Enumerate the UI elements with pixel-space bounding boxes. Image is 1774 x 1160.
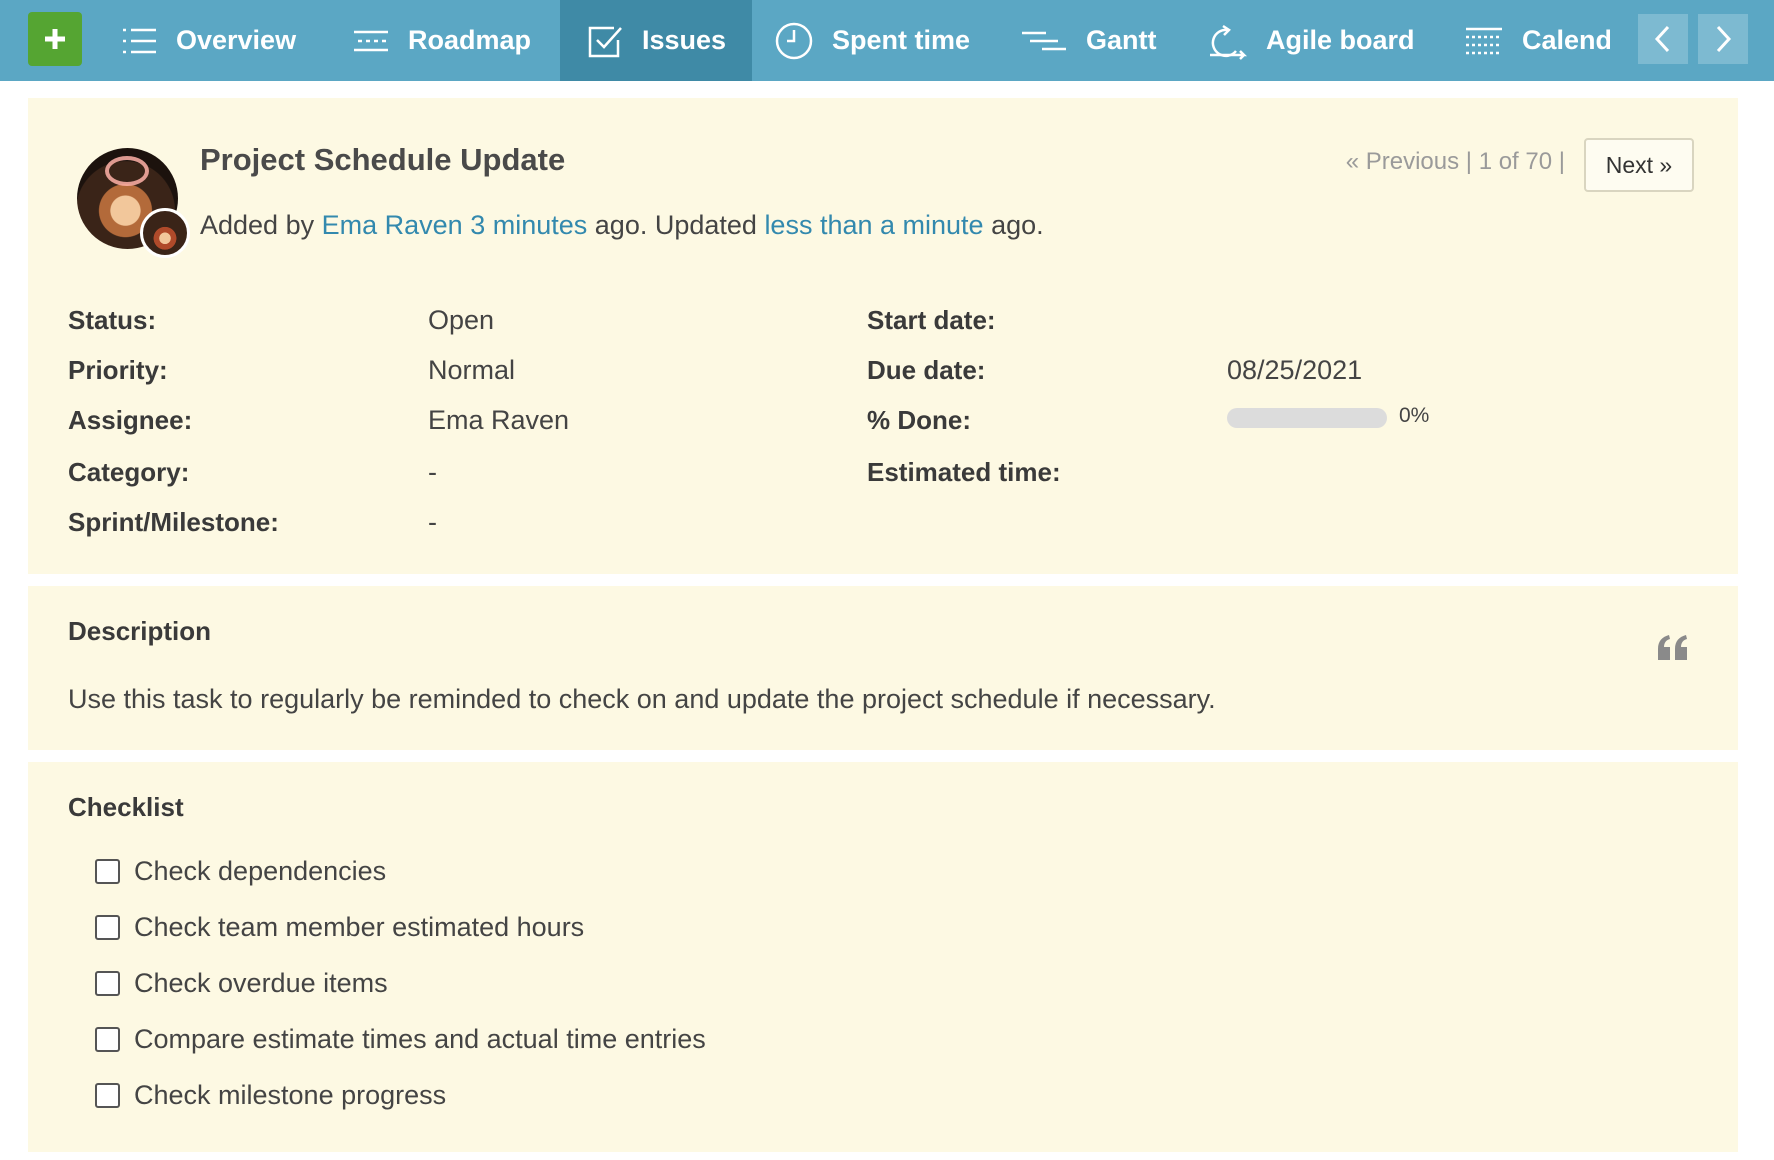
status-label: Status: [68, 305, 157, 335]
tab-spent-time-label: Spent time [832, 25, 971, 55]
gantt-icon [1022, 31, 1066, 50]
tab-gantt-label: Gantt [1086, 25, 1157, 55]
tab-overview[interactable]: Overview [120, 0, 296, 81]
checkbox-icon [588, 26, 622, 57]
due-date-label: Due date: [867, 355, 986, 385]
tab-issues-label: Issues [642, 25, 727, 55]
agile-icon [1210, 24, 1248, 60]
checklist-title: Checklist [68, 792, 184, 822]
tab-calendar[interactable]: Calend [1464, 0, 1610, 81]
calendar-icon [1466, 27, 1502, 54]
percent-done-value: 0% [1399, 404, 1430, 427]
added-by-text: Added by [200, 210, 315, 240]
checklist-checkbox[interactable] [95, 915, 120, 940]
tab-roadmap-label: Roadmap [408, 25, 532, 55]
status-value: Open [428, 305, 495, 335]
pager-position: 1 of 70 [1478, 148, 1553, 175]
roadmap-icon [354, 30, 388, 51]
quote-button[interactable] [1656, 634, 1690, 667]
tab-roadmap[interactable]: Roadmap [352, 0, 531, 81]
tab-spent-time[interactable]: Spent time [774, 0, 970, 81]
clock-icon [775, 22, 813, 59]
author-link[interactable]: Ema Raven [322, 210, 463, 240]
start-date-label: Start date: [867, 305, 996, 335]
description-title: Description [68, 616, 212, 646]
ago-text: ago. [991, 210, 1044, 240]
checklist-item: Check team member estimated hours [95, 912, 584, 943]
checklist-item: Check milestone progress [95, 1080, 446, 1111]
estimated-time-label: Estimated time: [867, 457, 1061, 487]
issue-details-panel: Project Schedule Update Added by Ema Rav… [28, 98, 1738, 574]
tab-calendar-label: Calend [1522, 25, 1610, 55]
issue-pager: « Previous | 1 of 70 | [1346, 148, 1565, 176]
chevron-right-icon [1716, 25, 1732, 53]
issue-title: Project Schedule Update [200, 142, 566, 177]
checklist-checkbox[interactable] [95, 1083, 120, 1108]
avatar-halo [105, 156, 149, 186]
assignee-link[interactable]: Ema Raven [428, 405, 569, 436]
next-button[interactable]: Next » [1584, 138, 1694, 192]
pager-separator: | [1465, 148, 1479, 175]
plus-icon [45, 29, 65, 49]
pager-separator: | [1558, 148, 1565, 175]
checklist-item-label: Check team member estimated hours [134, 912, 585, 942]
scroll-tabs-right-button[interactable] [1698, 14, 1748, 64]
sprint-milestone-value: - [428, 507, 437, 537]
project-menu-bar: Overview Roadmap Issues Spent time Gantt… [0, 0, 1774, 81]
add-new-button[interactable] [28, 12, 82, 66]
description-text: Use this task to regularly be reminded t… [68, 684, 1216, 714]
tab-issues[interactable]: Issues [560, 0, 752, 81]
sprint-milestone-label: Sprint/Milestone: [68, 507, 279, 537]
checklist-checkbox[interactable] [95, 859, 120, 884]
tab-gantt[interactable]: Gantt [1020, 0, 1157, 81]
description-panel: Description Use this task to regularly b… [28, 586, 1738, 750]
priority-label: Priority: [68, 355, 168, 385]
category-label: Category: [68, 457, 190, 487]
tab-agile-board[interactable]: Agile board [1206, 0, 1415, 81]
updated-text: ago. Updated [594, 210, 757, 240]
category-value: - [428, 457, 437, 487]
checklist-item: Check overdue items [95, 968, 388, 999]
priority-value: Normal [428, 355, 516, 385]
checklist-item-label: Compare estimate times and actual time e… [134, 1024, 706, 1054]
project-menu-tabs: Overview Roadmap Issues Spent time Gantt… [0, 0, 1610, 81]
assignee-label: Assignee: [68, 405, 193, 435]
quote-icon [1658, 635, 1687, 660]
checklist-checkbox[interactable] [95, 971, 120, 996]
assignee-avatar [140, 208, 190, 258]
checklist-item: Compare estimate times and actual time e… [95, 1024, 706, 1055]
due-date-value: 08/25/2021 [1227, 355, 1363, 385]
chevron-left-icon [1654, 25, 1670, 53]
checklist-item-label: Check overdue items [134, 968, 388, 998]
percent-done-progress-bar [1227, 408, 1387, 428]
list-icon [123, 28, 156, 53]
tab-agile-board-label: Agile board [1266, 25, 1415, 55]
tab-overview-label: Overview [176, 25, 297, 55]
previous-link[interactable]: « Previous [1346, 148, 1459, 175]
issue-author-line: Added by Ema Raven 3 minutes ago. Update… [200, 210, 1044, 241]
checklist-item-label: Check milestone progress [134, 1080, 447, 1110]
percent-done-label: % Done: [867, 405, 971, 435]
checklist-panel: Checklist Check dependencies Check team … [28, 762, 1738, 1152]
scroll-tabs-left-button[interactable] [1638, 14, 1688, 64]
checklist-checkbox[interactable] [95, 1027, 120, 1052]
updated-time-link[interactable]: less than a minute [764, 210, 983, 240]
checklist-item-label: Check dependencies [134, 856, 387, 886]
checklist-item: Check dependencies [95, 856, 386, 887]
created-time-link[interactable]: 3 minutes [470, 210, 587, 240]
